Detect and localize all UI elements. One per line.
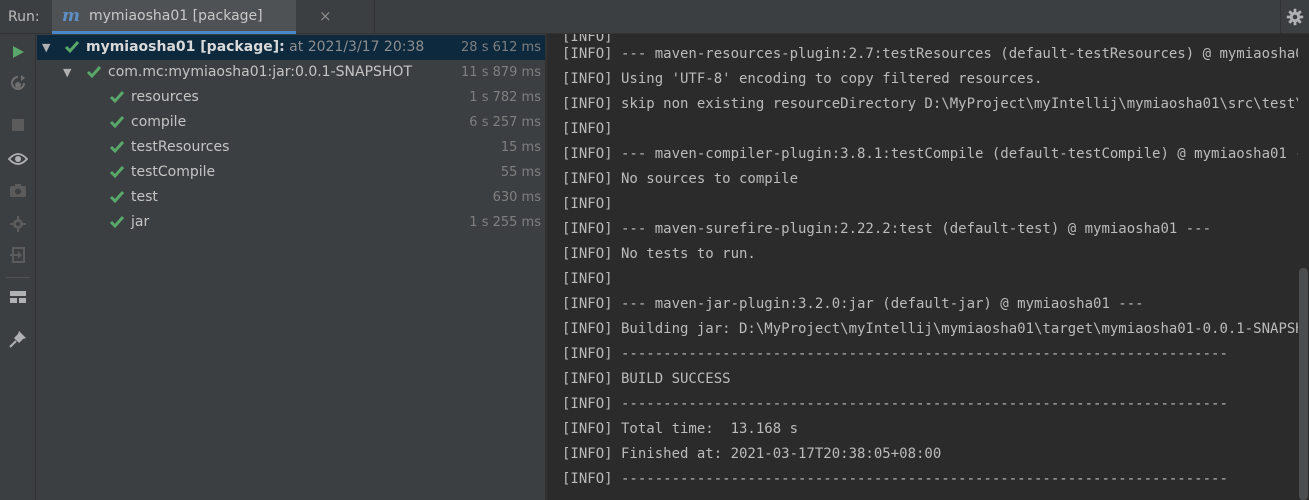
tree-item-duration: 630 ms: [492, 190, 541, 205]
rerun-failed-button[interactable]: [6, 71, 30, 95]
rerun-icon: [13, 46, 24, 58]
tree-item-duration: 15 ms: [500, 140, 541, 155]
chevron-down-icon[interactable]: ▼: [42, 35, 50, 60]
console-line: [INFO] No tests to run.: [562, 246, 756, 262]
console-line: [INFO] --- maven-surefire-plugin:2.22.2:…: [562, 221, 1212, 237]
check-icon: [109, 216, 125, 229]
close-icon[interactable]: ×: [319, 0, 332, 33]
console-line: [INFO] Total time: 13.168 s: [562, 421, 799, 437]
tree-item-label: testResources: [131, 139, 230, 155]
maven-m-icon: m: [62, 6, 80, 26]
run-label: Run:: [8, 9, 40, 25]
tree-item-label: jar: [131, 214, 150, 230]
tab-maven-package[interactable]: m mymiaosha01 [package] ×: [52, 0, 332, 34]
pin-icon: [9, 331, 26, 348]
tree-item-duration: 1 s 782 ms: [469, 90, 541, 105]
tree-item-package[interactable]: ▼ mymiaosha01 [package]: at 2021/3/17 20…: [37, 35, 545, 60]
tree-item-label: mymiaosha01 [package]:: [86, 39, 285, 55]
tree-item-label: resources: [131, 89, 199, 105]
tree-item-testresources[interactable]: testResources 15 ms: [37, 135, 545, 160]
tree-item-timestamp: at 2021/3/17 20:38: [284, 39, 425, 55]
screenshot-button[interactable]: [6, 178, 30, 202]
tree-item-duration: 55 ms: [500, 165, 541, 180]
tree-item-resources[interactable]: resources 1 s 782 ms: [37, 85, 545, 110]
console-line: [INFO]: [562, 271, 613, 287]
tree-item-duration: 6 s 257 ms: [469, 115, 541, 130]
console-line: [INFO] Building jar: D:\MyProject\myInte…: [562, 321, 1298, 337]
toolbar-separator: [6, 277, 30, 278]
check-icon: [64, 41, 80, 54]
check-icon: [86, 66, 102, 79]
console-output[interactable]: [INFO] [INFO] --- maven-resources-plugin…: [547, 34, 1298, 500]
build-tree: ▼ mymiaosha01 [package]: at 2021/3/17 20…: [37, 34, 545, 500]
eye-icon: [8, 153, 28, 165]
console-line: [INFO] Finished at: 2021-03-17T20:38:05+…: [562, 446, 942, 462]
pin-button[interactable]: [6, 327, 30, 351]
tree-item-testcompile[interactable]: testCompile 55 ms: [37, 160, 545, 185]
chevron-down-icon[interactable]: ▼: [63, 60, 71, 85]
tree-item-label: compile: [131, 114, 187, 130]
stop-icon: [12, 119, 24, 131]
run-toolbar: [0, 34, 36, 500]
camera-icon: [10, 183, 26, 197]
check-icon: [109, 91, 125, 104]
tab-title: mymiaosha01 [package]: [89, 8, 263, 24]
debug-settings-button[interactable]: [6, 212, 30, 236]
console-line: [INFO] Using 'UTF-8' encoding to copy fi…: [562, 71, 1043, 87]
console-line: [INFO] skip non existing resourceDirecto…: [562, 96, 1298, 112]
exit-icon: [10, 247, 25, 263]
console-line: [INFO] ---------------------------------…: [562, 396, 1228, 412]
check-icon: [109, 116, 125, 129]
header-divider: [1280, 0, 1281, 34]
tree-item-duration: 1 s 255 ms: [469, 215, 541, 230]
layout-button[interactable]: [6, 285, 30, 309]
console-line: [INFO] No sources to compile: [562, 171, 799, 187]
console-line: [INFO] --- maven-compiler-plugin:3.8.1:t…: [562, 146, 1298, 162]
tree-item-duration: 11 s 879 ms: [461, 65, 541, 80]
scrollbar-thumb[interactable]: [1299, 268, 1308, 500]
layout-icon: [10, 291, 26, 303]
console-line: [INFO]: [562, 196, 613, 212]
stop-button[interactable]: [6, 113, 30, 137]
settings-bug-icon: [10, 216, 26, 232]
tree-item-test[interactable]: test 630 ms: [37, 185, 545, 210]
tree-item-label: test: [131, 189, 158, 205]
gear-icon[interactable]: [1286, 8, 1304, 26]
check-icon: [109, 141, 125, 154]
tree-item-duration: 28 s 612 ms: [461, 40, 541, 55]
show-passed-button[interactable]: [6, 147, 30, 171]
rerun-button[interactable]: [6, 40, 30, 64]
run-tool-window-header: Run: m mymiaosha01 [package] ×: [0, 0, 1309, 34]
header-divider: [374, 0, 375, 34]
tree-item-jar[interactable]: jar 1 s 255 ms: [37, 210, 545, 235]
rerun-failed-icon: [11, 75, 25, 90]
check-icon: [109, 191, 125, 204]
export-button[interactable]: [6, 243, 30, 267]
console-line: [INFO] ---------------------------------…: [562, 471, 1228, 487]
console-line: [INFO] ---------------------------------…: [562, 346, 1228, 362]
console-line: [INFO] --- maven-jar-plugin:3.2.0:jar (d…: [562, 296, 1144, 312]
tree-item-compile[interactable]: compile 6 s 257 ms: [37, 110, 545, 135]
console-line: [INFO] BUILD SUCCESS: [562, 371, 731, 387]
tree-item-project[interactable]: ▼ com.mc:mymiaosha01:jar:0.0.1-SNAPSHOT …: [37, 60, 545, 85]
tree-item-label: testCompile: [131, 164, 216, 180]
console-line: [INFO] --- maven-resources-plugin:2.7:te…: [562, 46, 1298, 62]
console-line: [INFO]: [562, 121, 613, 137]
check-icon: [109, 166, 125, 179]
tree-item-label: com.mc:mymiaosha01:jar:0.0.1-SNAPSHOT: [108, 64, 413, 80]
